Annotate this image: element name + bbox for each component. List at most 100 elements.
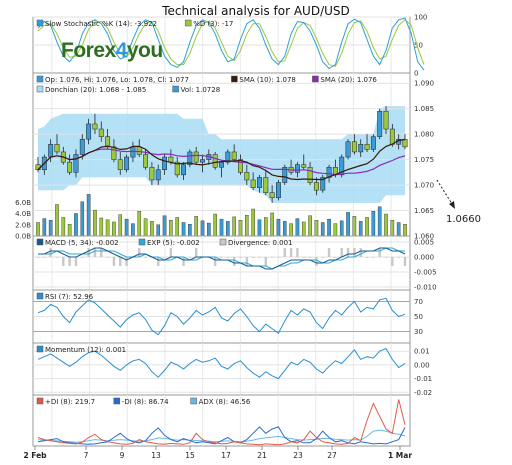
candle-body: [181, 164, 186, 176]
candle-body: [124, 156, 130, 171]
legend-swatch: [219, 238, 227, 246]
candle-body: [219, 161, 224, 168]
legend-swatch: [36, 292, 44, 300]
macd-y-tick: 0.000: [414, 254, 434, 262]
volume-bar: [339, 220, 344, 237]
divergence-bar: [403, 257, 407, 266]
candle-body: [389, 128, 395, 145]
divergence-bar: [112, 257, 116, 266]
legend-swatch: [36, 85, 44, 93]
divergence-bar: [43, 257, 46, 258]
macd-y-tick: -0.010: [414, 284, 437, 292]
legend-entry: SMA (10): 1.078: [239, 76, 296, 84]
divergence-bar: [55, 257, 59, 258]
macd-y-tick: 0.005: [414, 239, 434, 247]
x-tick-label: 13: [151, 451, 161, 460]
candle-body: [351, 141, 357, 153]
volume-bar: [384, 213, 388, 237]
price-y-tick: 1.080: [414, 131, 434, 139]
divergence-bar: [144, 257, 147, 258]
divergence-bar: [270, 257, 274, 258]
price-y-tick: 1.065: [414, 207, 434, 215]
volume-bar: [365, 217, 369, 237]
legend-swatch: [36, 238, 44, 246]
divergence-bar: [258, 257, 261, 258]
candle-body: [98, 128, 104, 137]
stochastic-y-tick: 50: [414, 42, 423, 50]
volume-bar: [371, 211, 376, 237]
volume-bar: [226, 221, 230, 237]
divergence-bar: [391, 257, 394, 266]
x-tick-label: 27: [327, 451, 337, 460]
volume-bar: [403, 223, 407, 237]
legend-entry: Donchian (20): 1.068 - 1.085: [45, 86, 146, 94]
divergence-bar: [359, 248, 362, 257]
candle-body: [244, 172, 250, 181]
dmi-panel: +DI (8): 219.7 -DI (8): 86.74 ADX (8): 46.…: [32, 394, 411, 447]
divergence-bar: [239, 257, 242, 258]
x-tick-label: 23: [293, 451, 303, 460]
volume-bar: [169, 220, 173, 237]
x-tick-label: 7: [84, 451, 89, 460]
candle-body: [313, 182, 319, 191]
momentum-panel: 0.01 0.00 -0.01 -0.02 Momentum (12): 0.001: [32, 342, 432, 397]
technical-analysis-chart: 100 50 0 Slow Stochastic %K (14): -3.922 %D …: [15, 14, 455, 460]
volume-bar: [251, 208, 255, 237]
candle-body: [79, 138, 85, 155]
target-arrow-head: [449, 201, 455, 209]
x-tick-label: 2 Feb: [23, 451, 47, 460]
x-tick-label: 1 Mar: [388, 451, 412, 460]
divergence-bar: [321, 257, 324, 258]
legend-swatch: [36, 397, 44, 405]
candle-body: [54, 144, 60, 153]
macd-y-tick: -0.005: [414, 269, 437, 277]
divergence-bar: [157, 257, 160, 266]
legend-entry: Vol: 1.0728: [181, 86, 221, 94]
candle-body: [294, 164, 300, 173]
volume-bar: [358, 221, 363, 237]
legend-entry: Slow Stochastic %K (14): -3.922: [45, 20, 157, 28]
divergence-bar: [188, 257, 192, 258]
volume-bar: [320, 222, 325, 237]
candle-body: [370, 136, 376, 150]
divergence-bar: [315, 257, 318, 266]
legend-entry: Op: 1.076, Hi: 1.076, Lo: 1.078, Cl: 1.0…: [45, 76, 189, 84]
legend-swatch: [36, 345, 44, 353]
divergence-bar: [163, 257, 166, 258]
momentum-y-tick: 0.00: [414, 361, 430, 369]
volume-bar: [36, 222, 40, 237]
price-target-label: 1.0660: [446, 214, 481, 225]
volume-bar: [162, 215, 167, 237]
x-tick-label: 21: [257, 451, 267, 460]
volume-bar: [156, 224, 161, 237]
x-tick-label: 9: [120, 451, 125, 460]
legend-swatch: [36, 19, 44, 27]
momentum-y-tick: -0.02: [414, 389, 432, 397]
divergence-bar: [340, 248, 343, 257]
stochastic-y-tick: 100: [414, 14, 427, 22]
legend-entry: RSI (7): 52.96: [45, 293, 94, 301]
volume-bar: [194, 216, 198, 237]
rsi-y-tick: 50: [414, 313, 423, 321]
candle-body: [111, 146, 117, 160]
divergence-bar: [226, 257, 230, 258]
volume-bar: [314, 220, 319, 237]
divergence-bar: [353, 248, 356, 257]
volume-bar: [219, 218, 224, 237]
candle-body: [193, 151, 199, 163]
candle-body: [117, 159, 123, 171]
divergence-bar: [264, 257, 267, 266]
volume-y-tick: 0.0B: [15, 233, 31, 241]
macd-panel: 0.005 0.000 -0.005 -0.010 MACD (5, 34): -0.0…: [32, 235, 437, 292]
divergence-bar: [87, 248, 90, 257]
volume-bar: [276, 218, 281, 237]
volume-bar: [175, 217, 180, 237]
divergence-bar: [277, 257, 280, 258]
candle-body: [269, 192, 275, 199]
divergence-bar: [119, 257, 122, 266]
volume-bar: [131, 223, 135, 237]
volume-bar: [295, 218, 300, 237]
divergence-bar: [220, 257, 223, 258]
candle-body: [105, 136, 111, 148]
price-y-tick: 1.075: [414, 156, 434, 164]
